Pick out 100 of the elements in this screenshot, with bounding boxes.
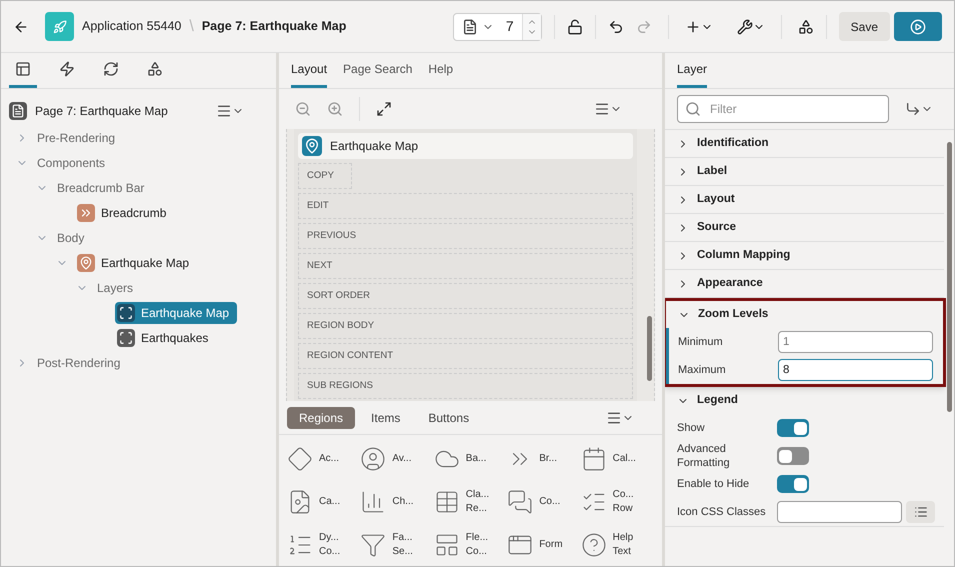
tree-item[interactable]: Earthquake Map [115, 302, 238, 324]
layout-slot[interactable]: COPY [298, 163, 352, 189]
gallery-label: Row [612, 502, 634, 516]
gallery-label: Co... [539, 495, 560, 509]
gallery-item[interactable]: Av... [360, 439, 434, 479]
tree-item[interactable]: Earthquakes [115, 326, 216, 348]
help-icon [580, 532, 607, 558]
layer-icon [117, 304, 135, 322]
section-header[interactable]: Column Mapping [665, 242, 944, 269]
go-to-menu[interactable] [905, 101, 933, 117]
undo-icon[interactable] [608, 18, 624, 34]
number-field[interactable]: 1 [778, 331, 933, 353]
menu-button[interactable] [594, 101, 622, 117]
gallery-item[interactable]: Ac... [287, 439, 360, 479]
gallery-label: Fa... [392, 531, 413, 545]
shapes-icon[interactable] [798, 18, 814, 34]
layout-slot[interactable]: PREVIOUS [298, 223, 633, 249]
shapes-icon [147, 60, 163, 76]
arrow-icon [905, 101, 921, 117]
section-header[interactable]: Appearance [665, 270, 944, 297]
tree-item[interactable]: Layers [95, 276, 142, 298]
tab[interactable]: Help [428, 52, 454, 88]
section-header[interactable]: Identification [665, 130, 944, 157]
property-label: Minimum [678, 335, 724, 349]
tab[interactable]: Regions [287, 406, 356, 428]
section-header[interactable]: Source [665, 214, 944, 241]
save-button[interactable]: Save [838, 12, 890, 41]
gallery-item[interactable]: Cal... [580, 439, 654, 479]
filter-field[interactable]: Filter [677, 95, 889, 123]
tree-item[interactable]: Breadcrumb Bar [55, 176, 152, 198]
gallery-item[interactable]: Ba... [434, 439, 508, 479]
section-header[interactable]: Zoom Levels [666, 301, 943, 328]
toggle-switch[interactable] [777, 447, 809, 465]
layout-slot[interactable]: NEXT [298, 253, 633, 279]
layout-slot[interactable]: EDIT [298, 193, 633, 219]
gallery-item[interactable]: Ca... [287, 482, 360, 522]
gallery-label: Re... [466, 502, 488, 516]
tab[interactable]: Layout [291, 52, 328, 88]
tree-item[interactable]: Components [35, 152, 114, 174]
gallery-label: Ca... [319, 495, 340, 509]
gallery-label: Ba... [466, 452, 486, 466]
gallery-item[interactable]: Fle... Co... [434, 525, 508, 565]
gallery-label: Cla... [466, 488, 490, 502]
gallery-item[interactable]: Dy... Co... [287, 525, 360, 565]
gallery-item[interactable]: Ch... [360, 482, 434, 522]
gallery-item[interactable]: Cla... Re... [434, 482, 508, 522]
table-icon [434, 489, 460, 515]
expand-icon[interactable] [376, 101, 392, 117]
tree-item[interactable]: Body [55, 226, 92, 248]
layout-slot[interactable]: SORT ORDER [298, 283, 633, 309]
list-button[interactable] [906, 501, 935, 523]
gallery-label: Se... [392, 545, 413, 559]
layout-slot[interactable]: SUB REGIONS [298, 373, 633, 399]
menu-icon [606, 410, 622, 426]
text-field[interactable] [777, 501, 902, 523]
gallery-label: Fle... [466, 531, 488, 545]
gallery-label: Co... [612, 488, 634, 502]
toggle-switch[interactable] [777, 475, 809, 493]
tree-item[interactable]: Pre-Rendering [35, 126, 124, 148]
gallery-item[interactable]: Form [507, 525, 581, 565]
tree-item[interactable]: Earthquake Map [75, 252, 198, 274]
layout-icon [15, 60, 31, 76]
tree-item[interactable]: Post-Rendering [35, 352, 128, 374]
chat-icon [507, 489, 534, 515]
gallery-item[interactable]: Br... [507, 439, 581, 479]
back-icon[interactable] [13, 18, 29, 34]
page-icon [462, 18, 478, 34]
gallery-item[interactable]: Help Text [580, 525, 654, 565]
number-field[interactable]: 8 [778, 359, 933, 381]
tab[interactable]: Items [359, 406, 412, 428]
menu-icon [594, 101, 610, 117]
toggle-switch[interactable] [777, 419, 809, 437]
zoom-in-icon[interactable] [327, 101, 343, 117]
layout-icon [434, 532, 460, 558]
page-title: Page 7: Earthquake Map [202, 18, 346, 36]
layout-slot[interactable]: REGION CONTENT [298, 343, 633, 369]
tab[interactable]: Buttons [416, 406, 482, 428]
breadcrumb-link[interactable]: Application 55440 [82, 17, 182, 36]
gallery-label: Co... [319, 545, 340, 559]
gallery-item[interactable]: Co... [507, 482, 581, 522]
tab[interactable]: Page Search [343, 52, 412, 88]
run-button[interactable] [894, 12, 942, 41]
breadcrumb-icon [77, 204, 95, 222]
section-header[interactable]: Legend [665, 387, 944, 414]
lock-icon[interactable] [566, 18, 583, 34]
gallery-label: Help [612, 531, 634, 545]
menu-icon [216, 103, 232, 119]
create-menu[interactable] [684, 18, 713, 34]
tree-item[interactable]: Breadcrumb [75, 202, 174, 224]
section-header[interactable]: Label [665, 158, 944, 185]
menu-button[interactable] [606, 410, 634, 426]
layout-slot[interactable]: REGION BODY [298, 313, 633, 339]
zoom-out-icon[interactable] [295, 101, 311, 117]
tab[interactable]: Layer [677, 52, 708, 88]
utilities-menu[interactable] [736, 18, 765, 34]
property-label: Maximum [678, 363, 727, 377]
gallery-item[interactable]: Co... Row [580, 482, 654, 522]
gallery-item[interactable]: Fa... Se... [360, 525, 434, 565]
section-header[interactable]: Layout [665, 186, 944, 213]
menu-button[interactable] [216, 103, 244, 119]
